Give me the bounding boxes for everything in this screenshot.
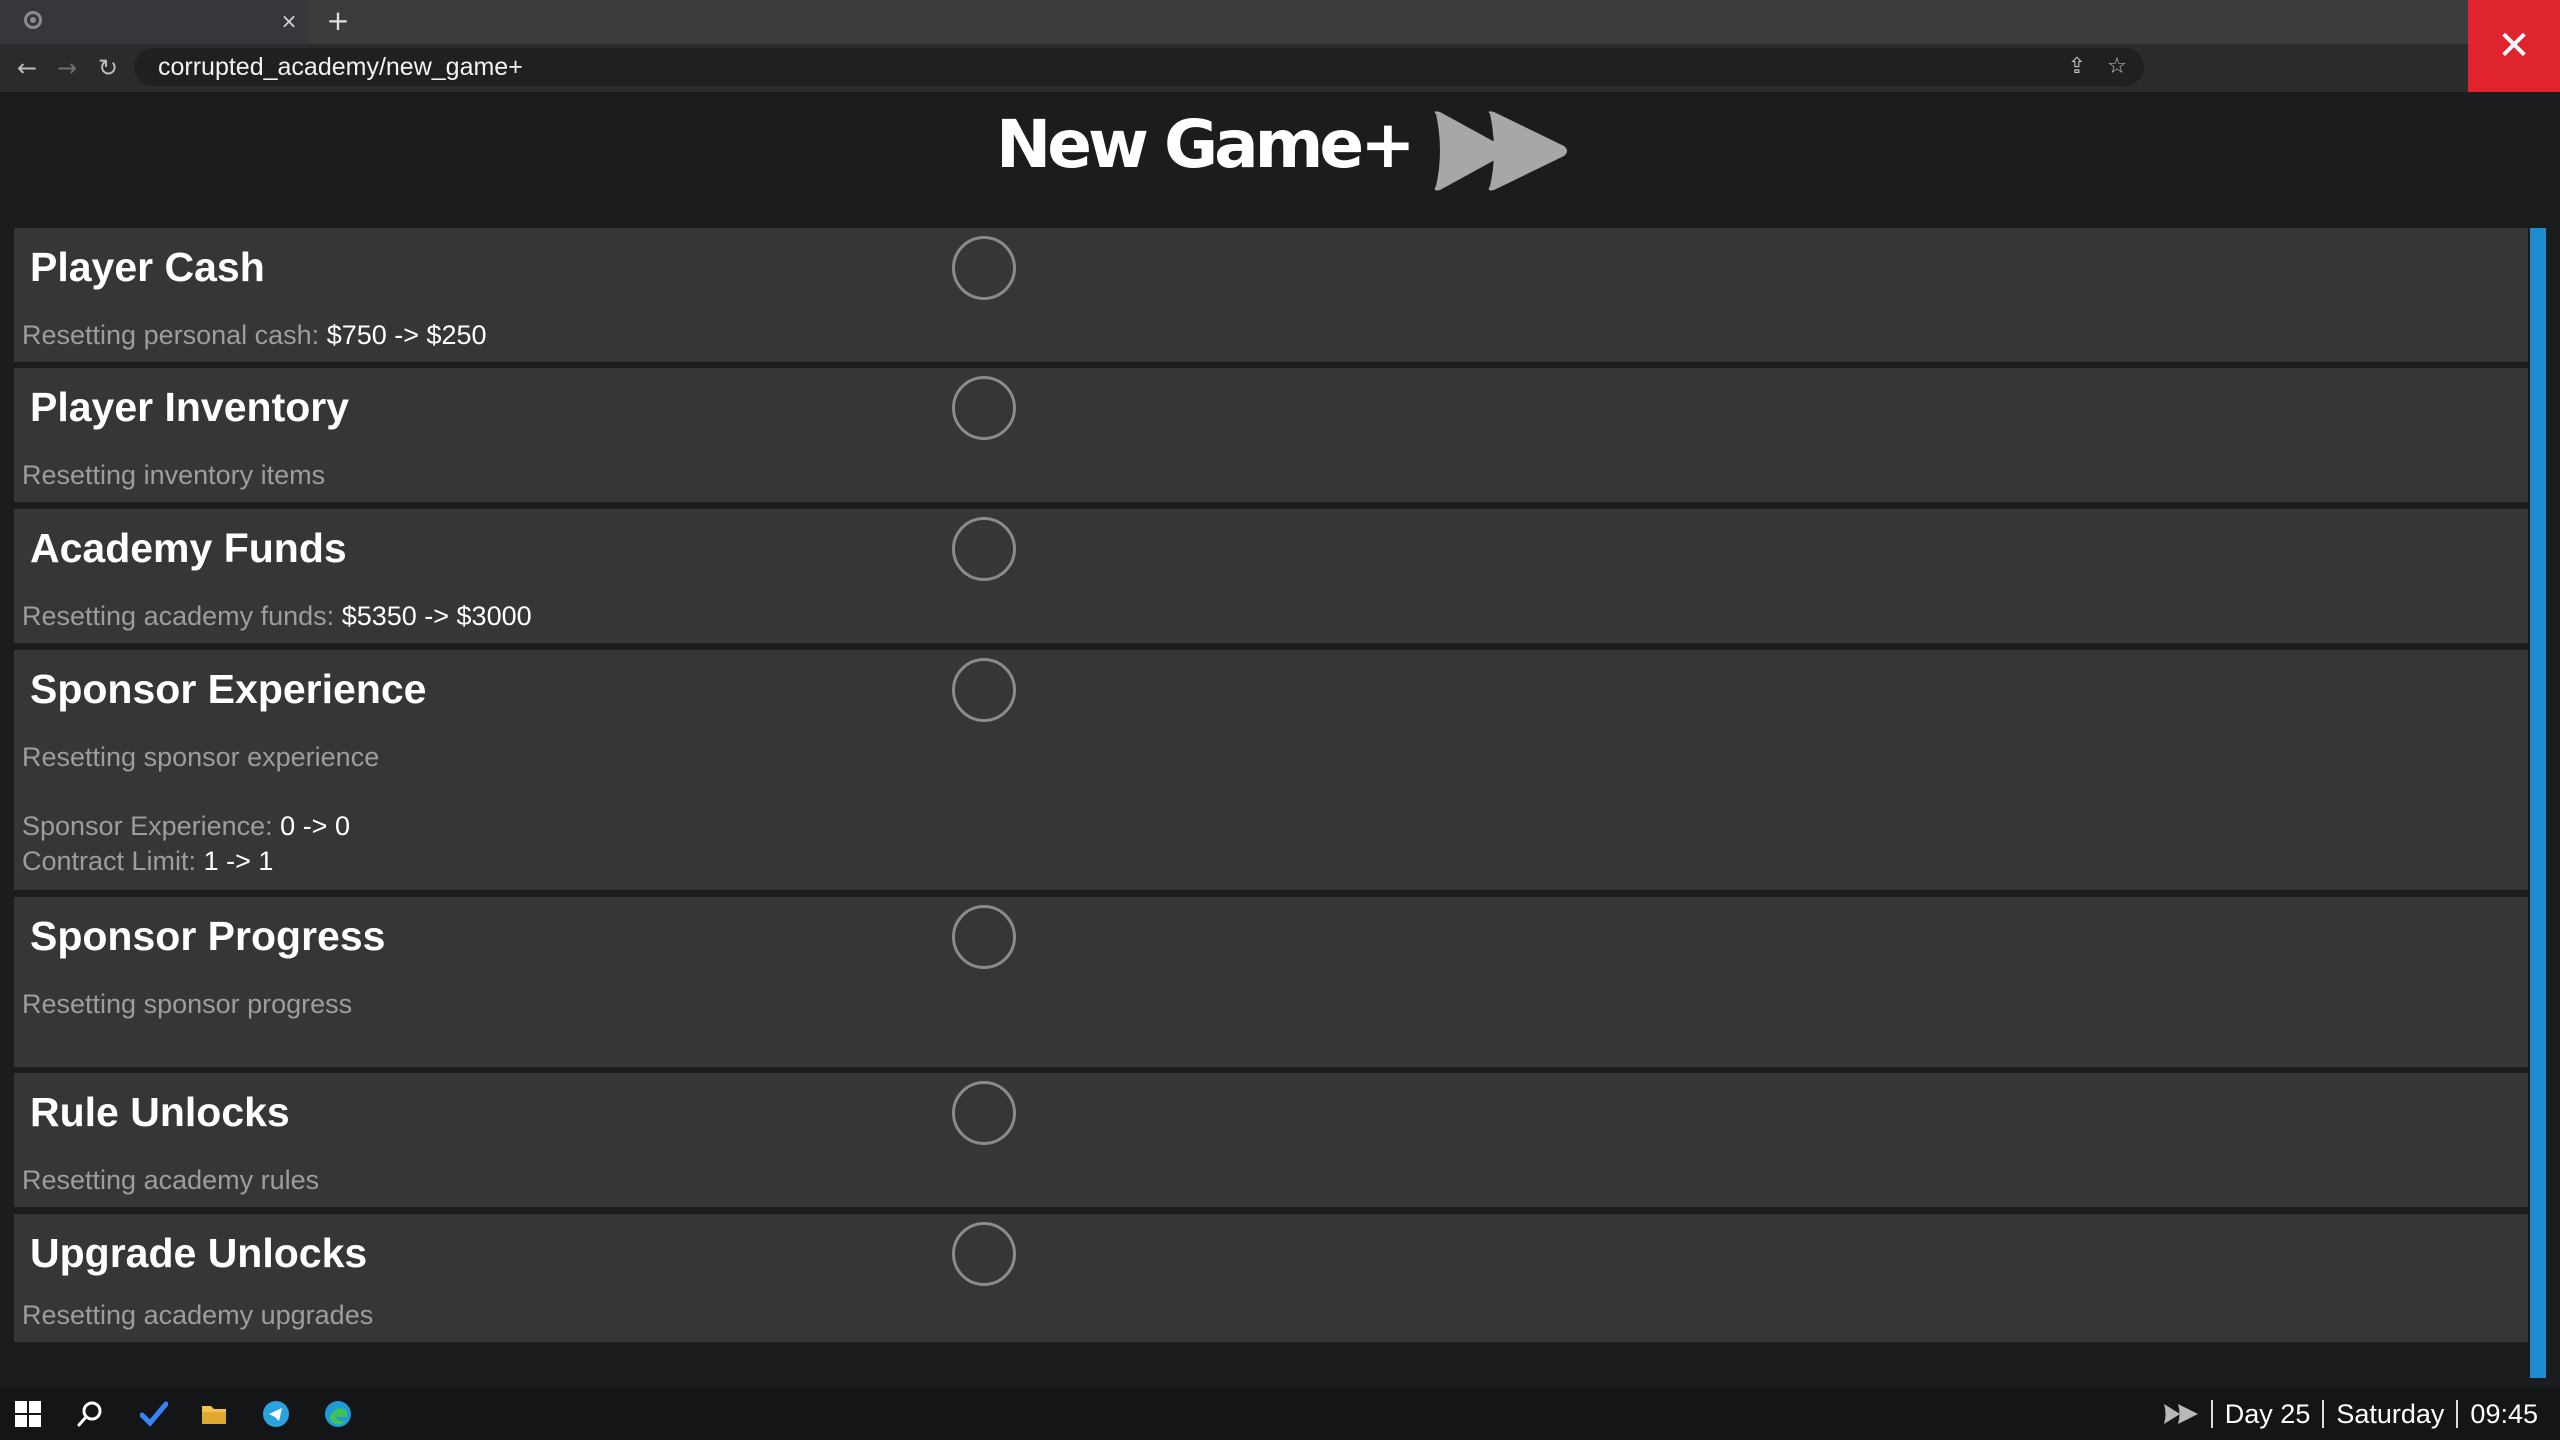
- list-item-player-cash: Player Cash Resetting personal cash: $75…: [14, 228, 2528, 362]
- globe-icon: [24, 11, 42, 29]
- share-icon[interactable]: ⇪: [2064, 54, 2090, 80]
- toggle-radio[interactable]: [952, 517, 1016, 581]
- toggle-radio[interactable]: [952, 905, 1016, 969]
- separator: [2456, 1400, 2459, 1428]
- forward-arrow-icon[interactable]: →: [54, 54, 80, 82]
- sponsor-experience-change: Sponsor Experience: 0 -> 0: [22, 811, 350, 841]
- fast-forward-icon: [1434, 111, 1567, 191]
- window-close-button[interactable]: ✕: [2468, 0, 2560, 92]
- list-item-sponsor-experience: Sponsor Experience Resetting sponsor exp…: [14, 650, 2528, 890]
- new-tab-button[interactable]: +: [326, 6, 350, 36]
- page-header: New Game+: [0, 92, 2560, 220]
- browser-tab[interactable]: ×: [0, 0, 308, 44]
- list-item-rule-unlocks: Rule Unlocks Resetting academy rules: [14, 1073, 2528, 1207]
- edge-icon[interactable]: [324, 1400, 352, 1428]
- weekday: Saturday: [2336, 1398, 2445, 1429]
- toggle-radio[interactable]: [952, 1081, 1016, 1145]
- item-description: Resetting sponsor progress: [22, 989, 353, 1019]
- list-item-player-inventory: Player Inventory Resetting inventory ite…: [14, 368, 2528, 502]
- search-icon[interactable]: [76, 1400, 104, 1428]
- separator: [2210, 1400, 2213, 1428]
- back-arrow-icon[interactable]: ←: [14, 54, 40, 82]
- telegram-icon[interactable]: [262, 1400, 290, 1428]
- contract-limit-change: Contract Limit: 1 -> 1: [22, 846, 274, 876]
- item-description: Resetting sponsor experience: [22, 742, 380, 772]
- windows-start-icon[interactable]: [14, 1400, 42, 1428]
- bookmark-star-icon[interactable]: ☆: [2104, 54, 2130, 80]
- toggle-radio[interactable]: [952, 376, 1016, 440]
- browser-toolbar: ← → ↻ corrupted_academy/new_game+ ⇪ ☆: [0, 44, 2560, 92]
- reload-icon[interactable]: ↻: [94, 54, 122, 82]
- item-description: Resetting inventory items: [22, 460, 326, 490]
- item-title: Academy Funds: [30, 525, 347, 571]
- separator: [2322, 1400, 2325, 1428]
- item-value: $750 -> $250: [326, 320, 487, 350]
- item-value: $5350 -> $3000: [341, 601, 532, 631]
- checkmark-app-icon[interactable]: [140, 1400, 168, 1428]
- scrollbar[interactable]: [2530, 228, 2546, 1378]
- toggle-radio[interactable]: [952, 658, 1016, 722]
- toggle-radio[interactable]: [952, 1222, 1016, 1286]
- reset-options-list: Player Cash Resetting personal cash: $75…: [8, 220, 2530, 1388]
- item-title: Player Cash: [30, 244, 265, 290]
- tab-bar: × +: [0, 0, 2560, 44]
- taskbar: Day 25 Saturday 09:45: [0, 1388, 2560, 1440]
- item-description: Resetting academy funds: $5350 -> $3000: [22, 601, 532, 631]
- item-title: Sponsor Progress: [30, 913, 386, 959]
- game-status: Day 25 Saturday 09:45: [2163, 1388, 2538, 1440]
- item-title: Rule Unlocks: [30, 1089, 290, 1135]
- item-title: Player Inventory: [30, 384, 350, 430]
- list-item-upgrade-unlocks: Upgrade Unlocks Resetting academy upgrad…: [14, 1214, 2528, 1342]
- tab-close-icon[interactable]: ×: [278, 9, 300, 33]
- toggle-radio[interactable]: [952, 236, 1016, 300]
- clock-time: 09:45: [2470, 1398, 2538, 1429]
- file-explorer-icon[interactable]: [200, 1400, 228, 1428]
- address-bar[interactable]: corrupted_academy/new_game+ ⇪ ☆: [134, 48, 2144, 86]
- item-description: Resetting academy rules: [22, 1165, 320, 1195]
- url-text[interactable]: corrupted_academy/new_game+: [158, 48, 523, 86]
- item-title: Sponsor Experience: [30, 666, 427, 712]
- item-description: Resetting personal cash: $750 -> $250: [22, 320, 487, 350]
- item-description: Resetting academy upgrades: [22, 1300, 374, 1330]
- page-title: New Game+: [996, 106, 1415, 183]
- item-title: Upgrade Unlocks: [30, 1230, 368, 1276]
- list-item-academy-funds: Academy Funds Resetting academy funds: $…: [14, 509, 2528, 643]
- list-item-sponsor-progress: Sponsor Progress Resetting sponsor progr…: [14, 897, 2528, 1067]
- day-counter: Day 25: [2224, 1398, 2311, 1429]
- fast-forward-icon[interactable]: [2163, 1402, 2199, 1426]
